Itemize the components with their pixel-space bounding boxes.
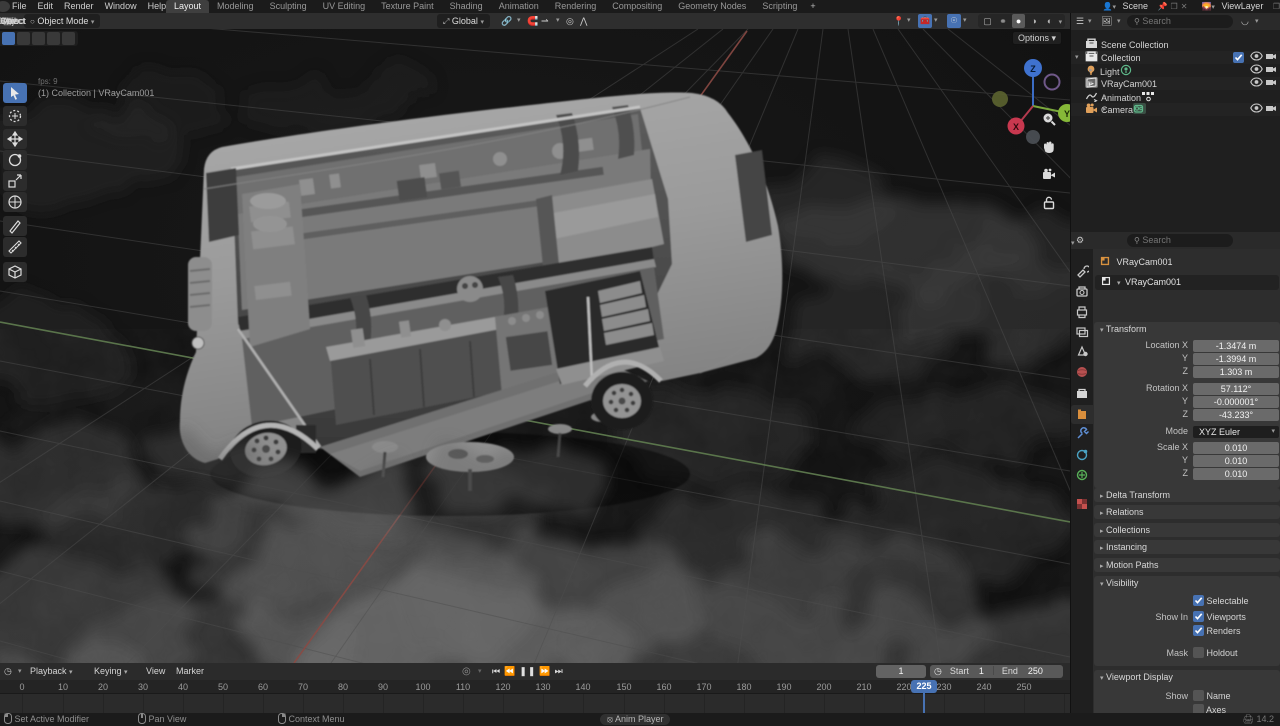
svg-text:X: X xyxy=(1013,122,1019,132)
svg-text:Z: Z xyxy=(1030,64,1036,74)
